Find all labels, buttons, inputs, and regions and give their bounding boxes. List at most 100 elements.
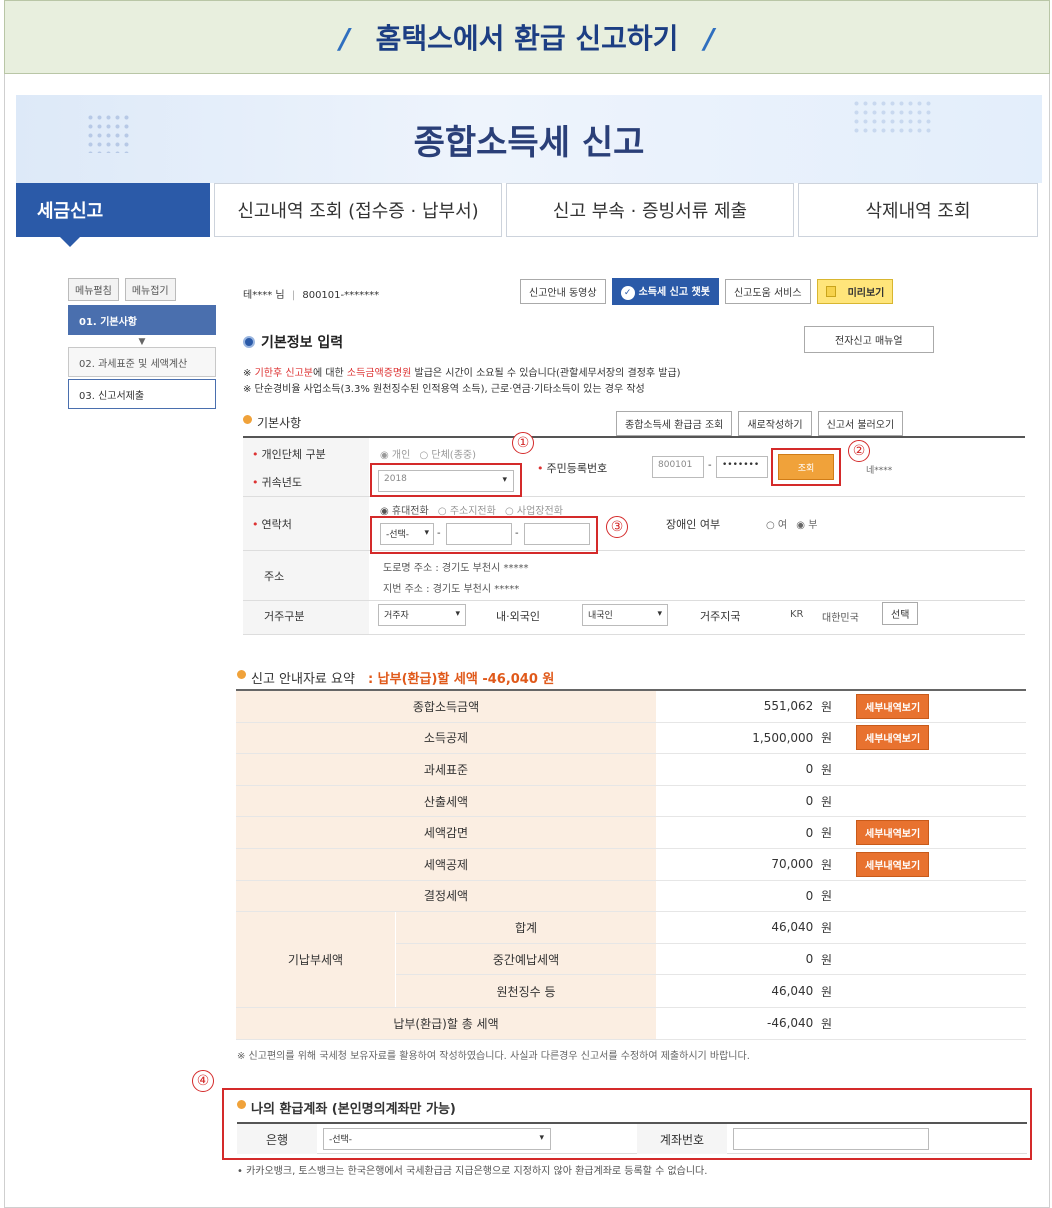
document-icon [825,286,836,297]
contact-radios: ◉ 휴대전화 ○ 주소지전화 ○ 사업장전화 [380,502,563,517]
highlight-box-1 [370,463,522,497]
row-value: 0 원 [656,817,856,848]
residence-select[interactable]: 거주자 ▾ [378,604,466,626]
row-value-text: 0 [805,762,814,777]
chatbot-icon: ✓ [620,286,635,300]
row-label: 세액감면 [236,817,656,848]
prepaid-rows: 합계 46,040 원 중간예납세액 0 원 원천징수 등 46,040 원 [396,912,1026,1007]
row-value-text: 0 [805,952,814,967]
step-submit[interactable]: 03. 신고서제출 [68,379,216,409]
user-name: 테**** 님 [243,290,285,301]
detail-button[interactable]: 세부내역보기 [856,725,930,751]
detail-button[interactable]: 세부내역보기 [856,851,930,877]
help-service-button[interactable]: 신고도움 서비스 [724,279,811,304]
table-row: 산출세액 0 원 [236,785,1026,818]
radio-group[interactable]: ○ 단체(종중) [420,450,477,461]
unit-label: 원 [820,699,832,714]
step-basic[interactable]: 01. 기본사항 [68,305,216,335]
row-action [856,881,1026,912]
row-action [856,786,1026,817]
nationality-select[interactable]: 내국인 ▾ [582,604,668,626]
summary-tax-amount: : 납부(환급)할 세액 -46,040 원 [367,672,555,687]
bank-select[interactable]: -선택- ▾ [323,1128,551,1150]
notice-1-red: 기한후 신고분 [254,368,313,379]
row-action: 세부내역보기 [856,723,1026,754]
user-info: 테**** 님 | 800101-******* [243,290,380,301]
guide-video-button[interactable]: 신고안내 동영상 [520,279,606,304]
country-label: 거주지국 [700,610,741,623]
radio-no[interactable]: ◉ 부 [796,520,817,531]
row-action [856,944,1026,975]
country-select-button[interactable]: 선택 [882,602,919,625]
marker-4: ④ [192,1070,214,1092]
rrn-label: • 주민등록번호 [537,462,608,475]
refund-lookup-button[interactable]: 종합소득세 환급금 조회 [616,411,733,436]
preview-button[interactable]: 미리보기 [816,279,894,304]
preview-label: 미리보기 [847,288,885,299]
country-code: KR [790,609,804,620]
summary-table: 종합소득금액 551,062 원 세부내역보기 소득공제 1,500,000 원 세부내… [236,689,1026,1040]
e-filing-manual-button[interactable]: 전자신고 매뉴얼 [804,326,934,353]
detail-button[interactable]: 세부내역보기 [856,820,930,846]
radio-individual[interactable]: ◉ 개인 [380,450,410,461]
nationality-label: 내·외국인 [496,610,540,623]
table-row: 소득공제 1,500,000 원 세부내역보기 [236,722,1026,755]
unit-label: 원 [820,794,832,809]
load-form-button[interactable]: 신고서 불러오기 [817,411,904,436]
unit-label: 원 [820,826,832,841]
row-value-text: 1,500,000 [752,730,814,745]
table-row: 세액감면 0 원 세부내역보기 [236,817,1026,849]
rrn-back-input[interactable]: ••••••• [716,456,768,478]
user-id: 800101-******* [302,290,380,301]
highlight-box-3 [370,516,598,554]
row-label: 종합소득금액 [236,691,656,722]
form-label-column [243,438,369,634]
rrn-front-input[interactable]: 800101 [652,456,704,478]
year-label: • 귀속년도 [252,476,302,489]
radio-yes[interactable]: ○ 여 [766,520,787,531]
bullet-icon [243,336,255,348]
type-radios: ◉ 개인 ○ 단체(종중) [380,446,476,461]
top-buttons: 신고안내 동영상 ✓ 소득세 신고 챗봇 신고도움 서비스 미리보기 [520,278,894,305]
refund-title: 나의 환급계좌 (본인명의계좌만 가능) [237,1098,456,1117]
row-label: 소득공제 [236,722,656,754]
table-row: 세액공제 70,000 원 세부내역보기 [236,848,1026,881]
row-value: 0 원 [656,944,856,975]
step-tax-calc[interactable]: 02. 과세표준 및 세액계산 [68,347,216,377]
form-divider [243,550,1025,551]
row-action: 세부내역보기 [856,817,1026,848]
chatbot-button[interactable]: ✓ 소득세 신고 챗봇 [611,278,719,305]
title-banner: / 홈택스에서 환급 신고하기 / [4,0,1050,74]
tab-tax-report[interactable]: 세금신고 [16,183,210,247]
table-row: 원천징수 등 46,040 원 [396,975,1026,1007]
tab-report-history[interactable]: 신고내역 조회 (접수증 · 납부서) [214,183,502,237]
summary-footnote: ※ 신고편의를 위해 국세청 보유자료를 활용하여 작성하였습니다. 사실과 다… [237,1051,750,1062]
residence-label: 거주구분 [264,610,305,623]
row-label: 세액공제 [236,848,656,880]
notice-1-rest: 발급은 시간이 소요될 수 있습니다(관할세무서장의 결정후 발급) [411,368,681,379]
detail-button[interactable]: 세부내역보기 [856,693,930,719]
prepaid-group: 기납부세액 합계 46,040 원 중간예납세액 0 원 원천징수 등 46,040 … [236,912,1026,1008]
row-value-text: 46,040 [771,984,814,999]
form-divider [243,634,1025,635]
tab-deleted-history[interactable]: 삭제내역 조회 [798,183,1038,237]
unit-label: 원 [820,984,832,999]
contact-label-text: 연락처 [261,518,292,531]
new-write-button[interactable]: 새로작성하기 [738,411,812,436]
account-number-input[interactable] [733,1128,929,1150]
summary-title: 신고 안내자료 요약 : 납부(환급)할 세액 -46,040 원 [237,668,554,687]
dropdown-arrow-icon: ▾ [539,1133,544,1143]
radio-yes-label: 여 [777,520,788,531]
form-divider [243,496,1025,497]
name-masked: 네**** [866,466,893,476]
tab-attachments[interactable]: 신고 부속 · 증빙서류 제출 [506,183,794,237]
row-value: 0 원 [656,754,856,785]
row-action: 세부내역보기 [856,691,1026,722]
menu-collapse-button[interactable]: 메뉴접기 [124,278,176,301]
bullet-orange-icon [237,670,246,679]
notice-2: ※ 단순경비율 사업소득(3.3% 원천징수된 인적용역 소득), 근로·연금·… [243,384,645,395]
row-label: 납부(환급)할 총 세액 [236,1007,656,1039]
menu-expand-button[interactable]: 메뉴펼침 [68,278,119,301]
unit-label: 원 [820,1016,832,1031]
table-row: 종합소득금액 551,062 원 세부내역보기 [236,691,1026,723]
